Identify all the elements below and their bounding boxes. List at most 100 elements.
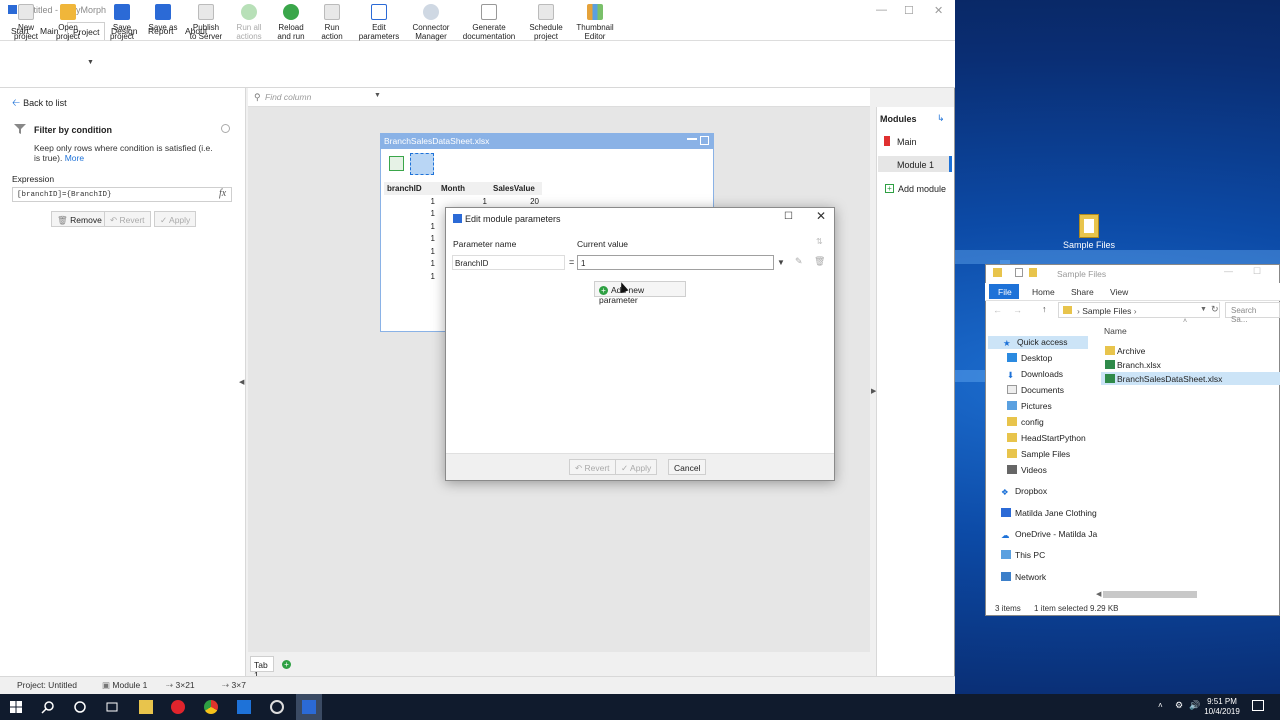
table-minimize-icon[interactable] (687, 138, 697, 140)
collapse-left-icon[interactable]: ◀ (239, 378, 244, 386)
minimize-button[interactable]: — (876, 4, 887, 16)
taskbar-clock[interactable]: 9:51 PM 10/4/2019 (1201, 697, 1243, 717)
open-project-button[interactable]: Open project (52, 4, 84, 41)
show-hidden-icons[interactable]: ˄ (1158, 701, 1163, 710)
new-folder-icon[interactable] (1029, 268, 1037, 277)
filter-action-icon[interactable] (410, 153, 434, 175)
easymorph-taskbar-icon[interactable] (302, 700, 316, 714)
file-explorer-taskbar-icon[interactable] (139, 700, 153, 714)
add-module-button[interactable]: Add module (898, 184, 946, 194)
column-header[interactable]: SalesValue (490, 182, 542, 195)
network-tray-icon[interactable]: ⚙ (1175, 700, 1183, 711)
notifications-icon[interactable] (1252, 700, 1264, 711)
value-dropdown-icon[interactable]: ▼ (777, 258, 785, 267)
maximize-button[interactable]: ☐ (904, 4, 914, 17)
file-item[interactable]: Branch.xlsx (1117, 360, 1161, 370)
run-all-actions-button[interactable]: Run all actions (232, 4, 266, 41)
nav-documents[interactable]: Documents (1007, 385, 1064, 395)
back-arrow-icon[interactable]: ← (993, 305, 1002, 315)
nav-headstartpython[interactable]: HeadStartPython (1007, 433, 1086, 443)
nav-this-pc[interactable]: This PC (1001, 550, 1045, 560)
file-item[interactable]: BranchSalesDataSheet.xlsx (1117, 374, 1222, 384)
parameter-name-input[interactable]: BranchID (452, 255, 565, 270)
explorer-tab-home[interactable]: Home (1032, 287, 1055, 297)
module-1[interactable]: Module 1 (878, 156, 952, 172)
apply-action-button[interactable]: ✓ Apply (154, 211, 197, 227)
nav-config[interactable]: config (1007, 417, 1044, 427)
nav-quick-access[interactable]: ★ Quick access (1003, 337, 1068, 348)
dialog-cancel-button[interactable]: Cancel (668, 459, 706, 475)
refresh-icon[interactable]: ↻ (1211, 304, 1219, 315)
explorer-maximize-button[interactable]: ☐ (1253, 266, 1261, 277)
remove-action-button[interactable]: 🗑 Remove (51, 211, 108, 227)
column-header[interactable]: Month (438, 182, 490, 195)
import-excel-icon[interactable] (389, 156, 404, 171)
back-to-list-link[interactable]: 🡠 Back to list (12, 96, 67, 113)
nav-onedrive[interactable]: ☁ OneDrive - Matilda Ja (1001, 529, 1097, 540)
thumbnail-editor-button[interactable]: Thumbnail Editor (575, 4, 615, 41)
revert-action-button[interactable]: ↶ Revert (104, 211, 151, 227)
nav-matilda-jane[interactable]: Matilda Jane Clothing (1001, 508, 1097, 518)
expression-input[interactable]: [branchID]={BranchID} (12, 187, 232, 202)
explorer-tab-file[interactable]: File (989, 284, 1019, 299)
task-view-icon[interactable] (105, 700, 119, 714)
reload-and-run-button[interactable]: Reload and run (274, 4, 308, 41)
function-icon[interactable]: fx (219, 188, 226, 199)
close-button[interactable]: ✕ (934, 4, 943, 17)
address-dropdown-icon[interactable]: ▼ (1200, 306, 1207, 313)
explorer-minimize-button[interactable]: — (1224, 266, 1233, 276)
more-link[interactable]: More (65, 153, 84, 163)
delete-parameter-icon[interactable]: 🗑 (814, 256, 825, 267)
opera-taskbar-icon[interactable] (171, 700, 185, 714)
horizontal-scrollbar[interactable] (1103, 591, 1197, 598)
volume-tray-icon[interactable]: 🔊 (1189, 700, 1200, 711)
module-main[interactable]: Main (897, 137, 917, 147)
save-project-button[interactable]: Save project (106, 4, 138, 41)
dialog-apply-button[interactable]: ✓ Apply (615, 459, 658, 475)
windows-start-icon[interactable] (9, 700, 23, 714)
address-bar[interactable]: › Sample Files › (1058, 302, 1220, 318)
run-action-button[interactable]: Run action (316, 4, 348, 41)
nav-videos[interactable]: Videos (1007, 465, 1047, 475)
cortana-icon[interactable] (73, 700, 87, 714)
generate-documentation-button[interactable]: Generate documentation (461, 4, 517, 41)
nav-sample-files[interactable]: Sample Files (1007, 449, 1070, 459)
connector-manager-button[interactable]: Connector Manager (410, 4, 452, 41)
open-project-dropdown[interactable]: ▼ (87, 58, 94, 67)
explorer-tab-share[interactable]: Share (1071, 287, 1094, 297)
scroll-left-icon[interactable]: ◀ (1096, 590, 1101, 598)
add-new-parameter-button[interactable]: + Add new parameter (594, 281, 686, 305)
nav-network[interactable]: Network (1001, 572, 1046, 582)
pin-icon[interactable]: ↳ (937, 113, 945, 124)
file-item[interactable]: Archive (1117, 346, 1145, 356)
publish-to-server-button[interactable]: Publish to Server (188, 4, 224, 41)
save-as-button[interactable]: Save as (147, 4, 179, 32)
sort-icon[interactable]: ⇅ (816, 237, 823, 246)
new-project-button[interactable]: New project (10, 4, 42, 41)
nav-dropbox[interactable]: ❖ Dropbox (1001, 486, 1047, 497)
name-column-header[interactable]: Name (1104, 326, 1127, 336)
outlook-taskbar-icon[interactable] (237, 700, 251, 714)
chrome-taskbar-icon[interactable] (204, 700, 218, 714)
column-header[interactable]: branchID (384, 182, 438, 195)
properties-icon[interactable] (1015, 268, 1023, 277)
explorer-tab-view[interactable]: View (1110, 287, 1128, 297)
nav-desktop[interactable]: Desktop (1007, 353, 1052, 363)
explorer-search-input[interactable]: Search Sa... (1225, 302, 1280, 324)
tab-1[interactable]: Tab 1 (250, 656, 274, 680)
up-arrow-icon[interactable]: ↑ (1042, 304, 1047, 314)
edit-parameters-button[interactable]: Edit parameters (358, 4, 400, 41)
nav-pictures[interactable]: Pictures (1007, 401, 1052, 411)
add-tab-icon[interactable]: + (282, 660, 291, 669)
obs-taskbar-icon[interactable] (270, 700, 284, 714)
find-column-input[interactable]: Find column (265, 92, 311, 102)
dialog-maximize-button[interactable]: ☐ (784, 211, 793, 222)
desktop-icon-sample-files[interactable]: Sample Files (1062, 214, 1116, 260)
search-icon[interactable] (41, 700, 55, 714)
parameter-value-input[interactable]: 1 (577, 255, 774, 270)
dialog-close-button[interactable]: ✕ (816, 209, 826, 223)
nav-downloads[interactable]: ⬇ Downloads (1007, 369, 1063, 380)
info-icon[interactable] (221, 124, 230, 133)
chevron-down-icon[interactable]: ▼ (374, 92, 381, 99)
forward-arrow-icon[interactable]: → (1013, 305, 1022, 315)
